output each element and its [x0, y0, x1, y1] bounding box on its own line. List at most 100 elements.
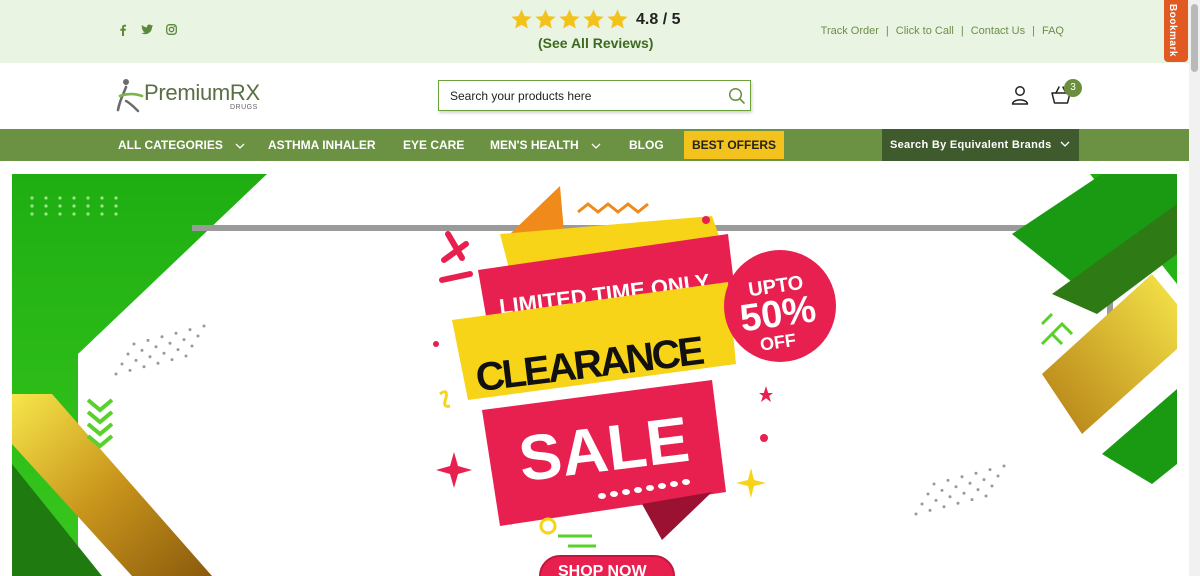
nav-eye-care[interactable]: EYE CARE — [403, 129, 464, 161]
scrollbar-thumb[interactable] — [1191, 4, 1198, 72]
decoration-dot — [128, 368, 132, 372]
nav-item-label: EYE CARE — [403, 138, 465, 152]
nav-item-label: ASTHMA INHALER — [268, 138, 376, 152]
decoration-dot — [86, 204, 90, 208]
decoration-dot — [100, 196, 104, 200]
see-all-reviews-link[interactable]: (See All Reviews) — [538, 35, 653, 51]
decoration-dot — [188, 328, 192, 332]
decoration-dot — [934, 498, 938, 502]
search-input[interactable] — [439, 81, 719, 110]
decoration-dot — [72, 212, 76, 216]
star-icon — [583, 9, 604, 29]
decoration-dot — [100, 212, 104, 216]
chevron-down-icon — [235, 143, 245, 149]
decoration-dot — [146, 338, 150, 342]
decoration-dot — [946, 478, 950, 482]
decoration-dot — [86, 212, 90, 216]
decoration-dot — [140, 348, 144, 352]
decoration-dot — [928, 508, 932, 512]
decoration-dot — [914, 512, 918, 516]
decoration-dot — [962, 491, 966, 495]
decoration-dot — [58, 212, 62, 216]
decoration-dot — [932, 482, 936, 486]
decoration-dot — [996, 474, 1000, 478]
chevron-down-icon — [591, 143, 601, 149]
search-box — [438, 80, 751, 111]
decoration-dot — [132, 342, 136, 346]
rating-summary: 4.8 / 5 — [510, 8, 680, 31]
decoration-dot — [990, 484, 994, 488]
site-logo[interactable]: PremiumRX DRUGS — [116, 77, 266, 115]
decoration-dot — [114, 212, 118, 216]
twitter-icon[interactable] — [141, 24, 153, 35]
decoration-dot — [940, 488, 944, 492]
nav-best-offers[interactable]: BEST OFFERS — [684, 131, 785, 159]
star-icon — [607, 9, 628, 29]
decoration-dot — [114, 204, 118, 208]
confetti-dot — [433, 341, 439, 347]
decoration-dot — [30, 212, 34, 216]
nav-item-label: MEN'S HEALTH — [490, 138, 579, 152]
hero-banner[interactable]: LIMITED TIME ONLY CLEARANCE SALE UPTO 50… — [12, 174, 1177, 576]
decoration-dot — [86, 196, 90, 200]
decoration-dot — [156, 361, 160, 365]
decoration-dot — [148, 355, 152, 359]
facebook-icon[interactable] — [119, 24, 127, 36]
instagram-icon[interactable] — [166, 24, 177, 35]
logo-figure-icon — [116, 79, 144, 113]
nav-mens-health[interactable]: MEN'S HEALTH — [490, 129, 601, 161]
decoration-dot — [114, 196, 118, 200]
decoration-dot — [948, 495, 952, 499]
nav-blog[interactable]: BLOG — [629, 129, 664, 161]
decoration-dot — [960, 475, 964, 479]
track-order-link[interactable]: Track Order — [814, 25, 886, 37]
decoration-dot — [956, 501, 960, 505]
user-account-icon[interactable] — [1011, 85, 1029, 105]
decoration-dot — [58, 204, 62, 208]
faq-link[interactable]: FAQ — [1035, 25, 1071, 37]
decoration-dot — [168, 341, 172, 345]
decoration-dot — [970, 498, 974, 502]
decoration-dot — [190, 344, 194, 348]
decoration-dot — [182, 338, 186, 342]
decoration-dot — [114, 372, 118, 376]
decoration-dot — [120, 362, 124, 366]
nav-item-label: ALL CATEGORIES — [118, 138, 223, 152]
decoration-dot — [30, 196, 34, 200]
nav-asthma-inhaler[interactable]: ASTHMA INHALER — [268, 129, 376, 161]
decoration-dot — [974, 471, 978, 475]
decoration-dot — [30, 204, 34, 208]
chevron-down-icon — [1060, 141, 1070, 147]
click-to-call-link[interactable]: Click to Call — [889, 25, 961, 37]
decoration-dot — [1002, 464, 1006, 468]
decoration-dot — [984, 494, 988, 498]
decoration-dot — [988, 468, 992, 472]
logo-text: PremiumRX — [144, 80, 260, 105]
decoration-dot — [72, 196, 76, 200]
decoration-dot — [174, 331, 178, 335]
decoration-dot — [196, 334, 200, 338]
confetti-dot — [702, 216, 710, 224]
equivalent-brands-label: Search By Equivalent Brands — [890, 139, 1052, 151]
decoration-dot — [44, 212, 48, 216]
star-icon — [559, 9, 580, 29]
decoration-dot — [982, 478, 986, 482]
contact-us-link[interactable]: Contact Us — [964, 25, 1032, 37]
decoration-dot — [160, 335, 164, 339]
bookmark-tab[interactable]: Bookmark — [1164, 0, 1188, 62]
star-icon — [535, 9, 556, 29]
decoration-dot — [126, 352, 130, 356]
logo-subtext: DRUGS — [230, 104, 258, 111]
cart-count-badge: 3 — [1064, 79, 1082, 97]
decoration-dot — [954, 485, 958, 489]
main-navigation: ALL CATEGORIES ASTHMA INHALER EYE CARE M… — [0, 129, 1189, 161]
equivalent-brands-dropdown[interactable]: Search By Equivalent Brands — [882, 129, 1079, 161]
decoration-dot — [968, 481, 972, 485]
site-header: PremiumRX DRUGS 3 — [0, 63, 1189, 129]
nav-all-categories[interactable]: ALL CATEGORIES — [118, 129, 245, 161]
decoration-dot — [154, 345, 158, 349]
page-scrollbar[interactable] — [1189, 0, 1200, 576]
search-icon[interactable] — [728, 87, 746, 105]
bookmark-label: Bookmark — [1167, 4, 1178, 57]
top-links: Track Order | Click to Call | Contact Us… — [814, 25, 1071, 37]
